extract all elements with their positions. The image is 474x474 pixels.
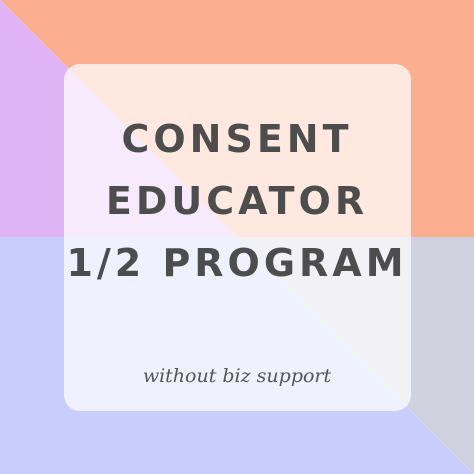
title-line-3: 1/2 PROGRAM [66, 241, 408, 285]
program-subtitle: without biz support [142, 365, 332, 387]
title-line-1: CONSENT [121, 117, 353, 161]
program-title: CONSENT EDUCATOR 1/2 PROGRAM [0, 108, 474, 294]
title-line-2: EDUCATOR [105, 179, 369, 223]
